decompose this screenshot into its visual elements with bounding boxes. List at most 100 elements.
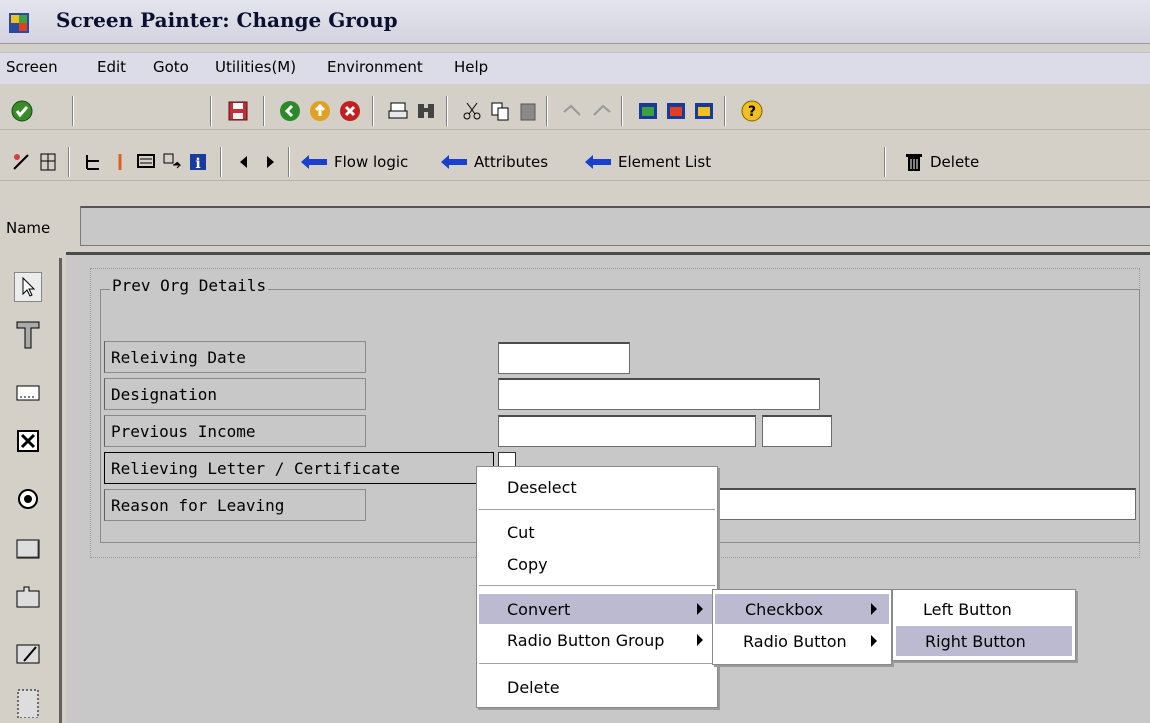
separator — [884, 147, 886, 177]
svg-text:?: ? — [748, 104, 756, 120]
radio-group-label: Radio Button Group — [507, 630, 665, 650]
input-field-tool-icon[interactable] — [14, 378, 42, 408]
menu-divider — [479, 585, 715, 586]
undo-icon[interactable] — [560, 99, 584, 123]
checkbox-tool-icon[interactable] — [14, 426, 42, 456]
label-reason-for-leaving[interactable]: Reason for Leaving — [104, 489, 366, 521]
menu-item-cut[interactable]: Cut — [477, 517, 715, 547]
radio-button-label: Radio Button — [743, 631, 847, 651]
menu-item-delete[interactable]: Delete — [477, 672, 715, 702]
tree-icon[interactable] — [82, 150, 106, 174]
releiving-date-field[interactable] — [498, 342, 630, 374]
element-palette — [0, 258, 62, 723]
tabstrip-wizard-icon[interactable] — [14, 638, 42, 668]
paint-icon[interactable] — [10, 150, 34, 174]
label-previous-income[interactable]: Previous Income — [104, 415, 366, 447]
info-icon[interactable]: i — [186, 150, 210, 174]
application-toolbar: i Flow logic Attributes Element List Del… — [0, 143, 1150, 181]
menu-goto[interactable]: Goto — [153, 58, 189, 76]
print-icon[interactable] — [386, 99, 410, 123]
separator — [446, 96, 448, 126]
menu-item-convert[interactable]: Convert — [479, 594, 715, 624]
element-list-button[interactable]: Element List — [584, 149, 711, 175]
submenu-arrow-icon — [871, 635, 877, 647]
arrow-left-icon — [585, 155, 611, 169]
save-icon[interactable] — [226, 99, 250, 123]
separator — [372, 96, 374, 126]
find-icon[interactable] — [414, 99, 438, 123]
menu-item-copy[interactable]: Copy — [477, 549, 715, 579]
shortcut-icon[interactable] — [664, 99, 688, 123]
hierarchy-icon[interactable] — [36, 150, 60, 174]
delete-label: Delete — [930, 153, 980, 171]
checkbox-label: Checkbox — [745, 599, 824, 619]
currency-field[interactable] — [762, 415, 832, 447]
push-button-tool-icon[interactable] — [14, 534, 42, 564]
convert-submenu: Checkbox Radio Button — [712, 589, 892, 665]
cancel-icon[interactable] — [338, 99, 362, 123]
separator — [288, 147, 290, 177]
label-relieving-letter[interactable]: Relieving Letter / Certificate — [104, 452, 494, 484]
screen-list-icon[interactable] — [134, 150, 158, 174]
pointer-tool-icon[interactable] — [14, 272, 42, 302]
name-field[interactable] — [80, 206, 1150, 246]
attributes-label: Attributes — [474, 153, 549, 171]
copy-icon[interactable] — [488, 99, 512, 123]
menu-item-right-button[interactable]: Right Button — [896, 626, 1072, 656]
menu-utilities[interactable]: Utilities(M) — [215, 58, 296, 76]
separator — [621, 96, 623, 126]
label-designation[interactable]: Designation — [104, 378, 366, 410]
menu-item-radio-group[interactable]: Radio Button Group — [477, 625, 715, 655]
previous-icon[interactable] — [232, 150, 256, 174]
submenu-arrow-icon — [871, 603, 877, 615]
menu-divider — [479, 509, 715, 510]
svg-text:i: i — [195, 156, 200, 172]
menu-edit[interactable]: Edit — [97, 58, 126, 76]
paste-icon[interactable] — [516, 99, 540, 123]
app-icon — [9, 13, 29, 33]
menu-item-left-button[interactable]: Left Button — [893, 594, 1073, 624]
menu-bar: Screen Edit Goto Utilities(M) Environmen… — [0, 52, 1150, 84]
menu-item-radio-button[interactable]: Radio Button — [713, 626, 889, 656]
separator — [724, 96, 726, 126]
layout-icon[interactable] — [692, 99, 716, 123]
separator — [546, 96, 548, 126]
checkbox-submenu: Left Button Right Button — [892, 589, 1076, 661]
menu-screen[interactable]: Screen — [6, 58, 58, 76]
separator — [72, 96, 74, 126]
box-tool-icon[interactable] — [14, 688, 42, 718]
radio-button-tool-icon[interactable] — [14, 484, 42, 514]
trash-icon — [906, 154, 922, 171]
group-title: Prev Org Details — [110, 276, 269, 295]
create-session-icon[interactable] — [636, 99, 660, 123]
previous-income-field[interactable] — [498, 415, 756, 447]
attributes-button[interactable]: Attributes — [440, 149, 548, 175]
arrow-left-icon — [441, 155, 467, 169]
flow-logic-button[interactable]: Flow logic — [300, 149, 408, 175]
transfer-icon[interactable] — [160, 150, 184, 174]
wand-icon[interactable] — [108, 150, 132, 174]
menu-help[interactable]: Help — [454, 58, 488, 76]
submenu-arrow-icon — [697, 634, 703, 646]
separator — [68, 147, 70, 177]
name-label: Name — [6, 219, 51, 237]
menu-environment[interactable]: Environment — [327, 58, 423, 76]
menu-item-checkbox[interactable]: Checkbox — [715, 594, 889, 624]
cut-icon[interactable] — [460, 99, 484, 123]
label-releiving-date[interactable]: Releiving Date — [104, 341, 366, 373]
enter-check-icon[interactable] — [10, 99, 34, 123]
back-icon[interactable] — [278, 99, 302, 123]
element-list-label: Element List — [618, 153, 712, 171]
standard-toolbar: ? — [0, 92, 1150, 130]
text-tool-icon[interactable] — [14, 320, 42, 350]
reason-for-leaving-field[interactable] — [716, 488, 1136, 520]
help-icon[interactable]: ? — [740, 99, 764, 123]
delete-button[interactable]: Delete — [904, 149, 979, 175]
designation-field[interactable] — [498, 378, 820, 410]
menu-item-deselect[interactable]: Deselect — [477, 472, 715, 502]
redo-icon[interactable] — [590, 99, 614, 123]
tabstrip-tool-icon[interactable] — [14, 582, 42, 612]
next-icon[interactable] — [258, 150, 282, 174]
exit-icon[interactable] — [308, 99, 332, 123]
flow-logic-label: Flow logic — [334, 153, 409, 171]
